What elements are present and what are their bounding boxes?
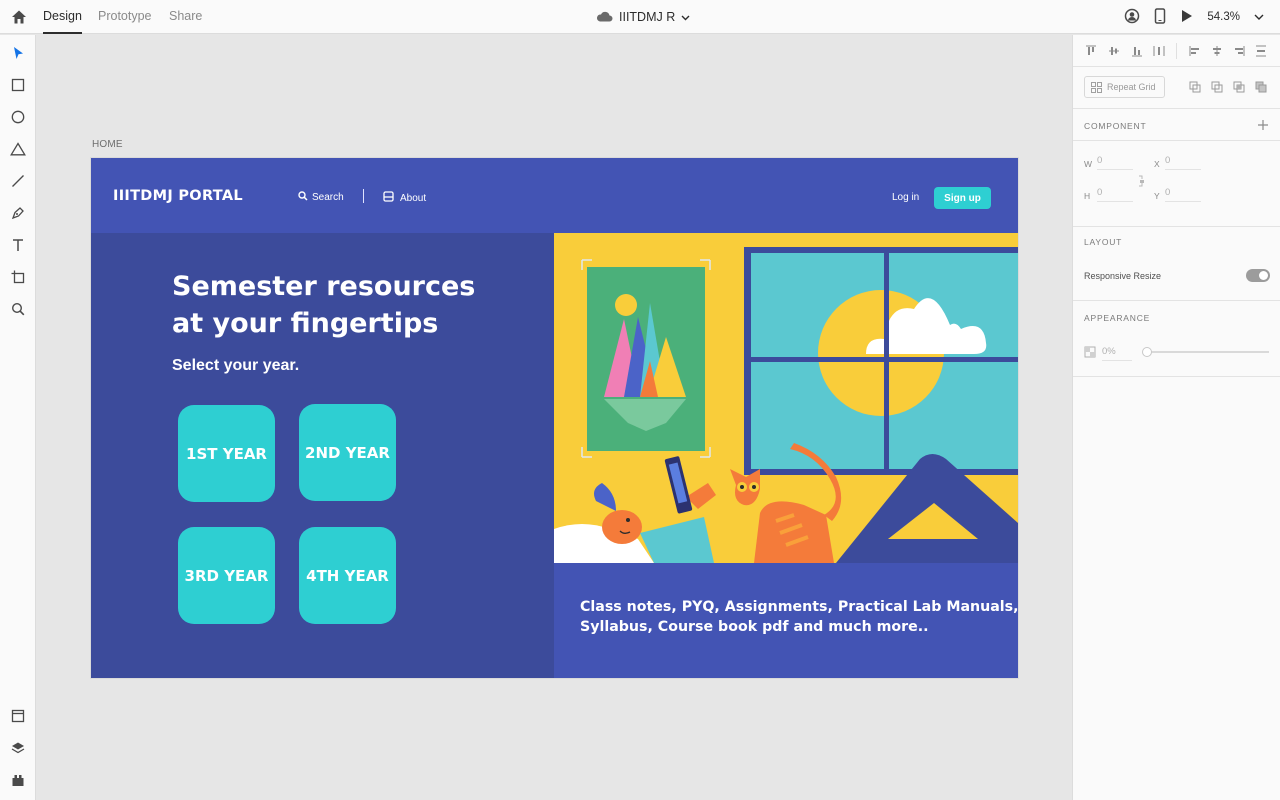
tagline-line: Class notes, PYQ, Assignments, Practical…: [580, 599, 1018, 615]
home-artboard[interactable]: IIITDMJ PORTAL Search About Log in Sign …: [91, 158, 1018, 678]
home-icon[interactable]: [10, 8, 28, 26]
x-label: X: [1154, 159, 1160, 169]
align-left-icon[interactable]: [1189, 45, 1201, 57]
distribute-vertical-icon[interactable]: [1153, 45, 1165, 57]
hero-title: Semester resources at your fingertips: [172, 268, 492, 342]
layout-section-label: LAYOUT: [1084, 237, 1123, 247]
tab-prototype[interactable]: Prototype: [98, 9, 152, 34]
repeat-grid-icon: [1091, 81, 1102, 93]
appearance-section-label: APPEARANCE: [1084, 313, 1151, 323]
lock-aspect-icon[interactable]: [1136, 175, 1148, 187]
document-title-menu[interactable]: IIITDMJ R: [596, 8, 690, 26]
site-brand: IIITDMJ PORTAL: [113, 188, 243, 204]
repeat-grid-button[interactable]: Repeat Grid: [1084, 76, 1165, 98]
layout-row: LAYOUT Responsive Resize: [1073, 227, 1280, 301]
zoom-level[interactable]: 54.3%: [1207, 11, 1240, 23]
align-center-icon[interactable]: [1211, 45, 1223, 57]
boolean-add-icon[interactable]: [1189, 81, 1201, 93]
y-label: Y: [1154, 191, 1160, 201]
zoom-chevron-down-icon[interactable]: [1254, 11, 1264, 23]
align-right-icon[interactable]: [1233, 45, 1245, 57]
tab-design[interactable]: Design: [43, 9, 82, 34]
appearance-row: APPEARANCE 0%: [1073, 301, 1280, 377]
hero-illustration: [554, 233, 1018, 563]
property-inspector: Repeat Grid COMPONENT W 0 X 0 H 0 Y 0 LA…: [1072, 35, 1280, 800]
opacity-field[interactable]: 0%: [1102, 346, 1132, 361]
tools-toolbar: [0, 35, 36, 800]
hero-subtitle: Select your year.: [172, 357, 300, 374]
align-divider: [1176, 43, 1177, 59]
rectangle-icon[interactable]: [9, 76, 27, 94]
year-1-button[interactable]: 1ST YEAR: [178, 405, 275, 502]
opacity-icon: [1084, 346, 1096, 358]
transform-row: W 0 X 0 H 0 Y 0: [1073, 141, 1280, 227]
polygon-icon[interactable]: [9, 140, 27, 158]
nav-search-label: Search: [312, 192, 344, 203]
distribute-horizontal-icon[interactable]: [1255, 45, 1267, 57]
app-topbar: Design Prototype Share IIITDMJ R 54.3%: [0, 0, 1280, 34]
select-icon[interactable]: [9, 44, 27, 62]
repeat-grid-row: Repeat Grid: [1073, 67, 1280, 109]
nav-search-link[interactable]: Search: [298, 191, 344, 204]
repeat-grid-label: Repeat Grid: [1107, 82, 1156, 92]
responsive-resize-label: Responsive Resize: [1084, 271, 1162, 281]
ellipse-icon[interactable]: [9, 108, 27, 126]
assets-icon[interactable]: [9, 707, 27, 725]
plugins-icon[interactable]: [9, 771, 27, 789]
tagline: Class notes, PYQ, Assignments, Practical…: [580, 597, 1018, 637]
nav-about-label: About: [400, 192, 427, 204]
artboard-label[interactable]: HOME: [92, 139, 123, 150]
align-row: [1073, 35, 1280, 67]
opacity-slider-track[interactable]: [1145, 351, 1269, 353]
artboard-icon[interactable]: [9, 268, 27, 286]
pen-icon[interactable]: [9, 204, 27, 222]
year-4-button[interactable]: 4TH YEAR: [299, 527, 396, 624]
boolean-intersect-icon[interactable]: [1233, 81, 1245, 93]
about-icon: [383, 191, 394, 205]
year-2-button[interactable]: 2ND YEAR: [299, 404, 396, 501]
signup-button[interactable]: Sign up: [934, 187, 991, 209]
align-middle-icon[interactable]: [1108, 45, 1120, 57]
responsive-resize-toggle[interactable]: [1246, 269, 1270, 282]
chevron-down-icon: [681, 10, 690, 24]
height-label: H: [1084, 191, 1091, 201]
component-row: COMPONENT: [1073, 109, 1280, 141]
tab-share[interactable]: Share: [169, 9, 202, 34]
cloud-icon: [596, 10, 613, 25]
align-bottom-icon[interactable]: [1131, 45, 1143, 57]
component-section-label: COMPONENT: [1084, 121, 1147, 131]
boolean-exclude-icon[interactable]: [1255, 81, 1267, 93]
width-field[interactable]: 0: [1097, 155, 1133, 170]
height-field[interactable]: 0: [1097, 187, 1133, 202]
width-label: W: [1084, 159, 1093, 169]
opacity-slider-handle[interactable]: [1142, 347, 1152, 357]
add-component-icon[interactable]: [1257, 119, 1269, 131]
login-link[interactable]: Log in: [892, 192, 919, 203]
device-preview-icon[interactable]: [1154, 7, 1166, 27]
document-title: IIITDMJ R: [619, 10, 676, 24]
boolean-subtract-icon[interactable]: [1211, 81, 1223, 93]
play-icon[interactable]: [1180, 9, 1193, 26]
hero-title-line: Semester resources: [172, 271, 476, 302]
site-nav: IIITDMJ PORTAL Search About Log in Sign …: [91, 158, 1018, 233]
search-icon: [298, 191, 308, 204]
text-icon[interactable]: [9, 236, 27, 254]
zoom-icon[interactable]: [9, 300, 27, 318]
hero-title-line: at your fingertips: [172, 308, 439, 339]
user-share-icon[interactable]: [1124, 8, 1140, 27]
topbar-right-controls: 54.3%: [1124, 7, 1264, 27]
align-top-icon[interactable]: [1085, 45, 1097, 57]
x-field[interactable]: 0: [1165, 155, 1201, 170]
nav-about-link[interactable]: About: [383, 191, 426, 205]
layers-icon[interactable]: [9, 739, 27, 757]
y-field[interactable]: 0: [1165, 187, 1201, 202]
line-icon[interactable]: [9, 172, 27, 190]
tagline-line: Syllabus, Course book pdf and much more.…: [580, 619, 929, 635]
year-3-button[interactable]: 3RD YEAR: [178, 527, 275, 624]
nav-divider: [363, 189, 364, 203]
tagline-band: Class notes, PYQ, Assignments, Practical…: [554, 563, 1018, 678]
